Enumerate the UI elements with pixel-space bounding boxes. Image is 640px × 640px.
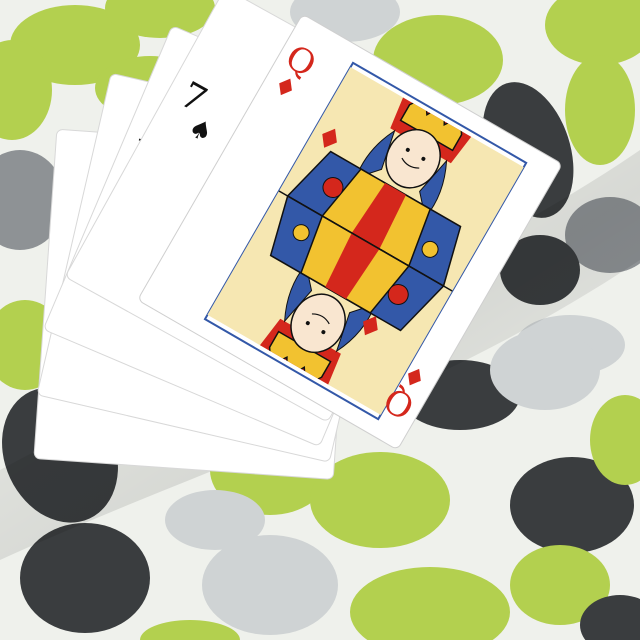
fabric-dot	[490, 330, 600, 410]
fabric-dot	[565, 55, 635, 165]
photo-scene: 4 ♠ 2 ♠ K ♠ 7 ♠	[0, 0, 640, 640]
fabric-dot	[202, 535, 338, 635]
